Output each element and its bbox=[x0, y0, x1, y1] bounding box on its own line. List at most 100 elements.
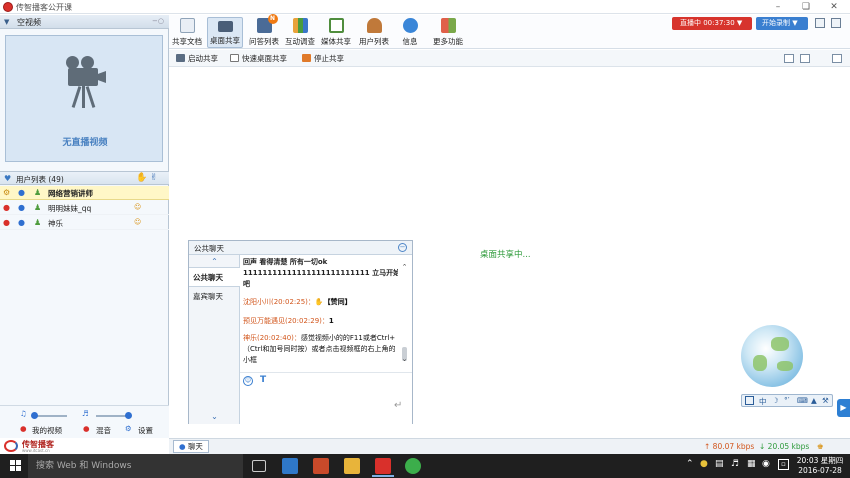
chat-permission-icon[interactable]: ● bbox=[18, 187, 25, 198]
powerpoint-icon[interactable] bbox=[313, 458, 329, 474]
fullscreen-icon[interactable] bbox=[784, 54, 794, 63]
scroll-down-icon[interactable]: ⌄ bbox=[400, 355, 409, 363]
tab-public-chat[interactable]: 公共聊天 bbox=[189, 267, 240, 287]
start-share-button[interactable]: 启动共享 bbox=[176, 53, 218, 64]
network-icon[interactable]: ▤ bbox=[715, 459, 724, 469]
chat-toggle-button[interactable]: ● 聊天 bbox=[173, 440, 209, 453]
minimize-chat-icon[interactable]: − bbox=[398, 243, 407, 252]
layout-icon[interactable] bbox=[815, 18, 825, 28]
taskbar-search[interactable]: 搜索 Web 和 Windows bbox=[28, 454, 243, 478]
mic-volume-slider[interactable] bbox=[31, 412, 67, 419]
user-icon[interactable]: ▲ bbox=[811, 396, 817, 405]
notification-icon[interactable]: ▫ bbox=[778, 459, 789, 470]
speaker-icon[interactable]: ♬ bbox=[82, 409, 89, 418]
start-record-button[interactable]: 开始录制 ▼ bbox=[756, 17, 808, 30]
tool-label: 互动调查 bbox=[285, 37, 315, 46]
windows-taskbar: 搜索 Web 和 Windows ⌃ ● ▤ ♬ ▦ ◉ ▫ 20:03 星期四… bbox=[0, 454, 850, 478]
chevron-down-icon[interactable]: ⌄ bbox=[189, 412, 240, 421]
document-icon bbox=[179, 18, 195, 33]
ime-logo-icon[interactable] bbox=[745, 396, 754, 405]
mic-disabled-icon[interactable]: ● bbox=[3, 202, 10, 213]
tray-record-icon[interactable]: ◉ bbox=[762, 459, 770, 469]
tab-guest-chat[interactable]: 嘉宾聊天 bbox=[189, 287, 240, 307]
chat-messages: 回声 看得清楚 所有一切ok 1111111111111111111111111… bbox=[242, 256, 398, 371]
sender-name[interactable]: 沈阳小川 bbox=[243, 298, 271, 306]
new-badge: N bbox=[267, 14, 278, 24]
speaker-volume-slider[interactable] bbox=[96, 412, 132, 419]
tool-more[interactable]: 更多功能 bbox=[431, 17, 465, 48]
user-icon: ♟ bbox=[34, 218, 42, 227]
tray-app-icon[interactable]: ● bbox=[700, 459, 708, 469]
volume-icon[interactable]: ♬ bbox=[731, 459, 739, 469]
user-row[interactable]: ● ● ♟ 明明妹妹_qq ☺ bbox=[0, 201, 169, 215]
pin-icon[interactable]: −○ bbox=[152, 17, 164, 25]
ime-chinese-toggle[interactable]: 中 bbox=[759, 396, 767, 407]
chat-scrollbar[interactable]: ⌃ ⌄ bbox=[400, 263, 409, 367]
send-icon[interactable]: ↵ bbox=[394, 400, 402, 411]
chat-permission-icon[interactable]: ● bbox=[18, 217, 25, 228]
thumbs-up-icon: ✋ bbox=[314, 298, 324, 306]
tool-share-document[interactable]: 共享文档 bbox=[172, 17, 202, 48]
media-controls: ♫ ♬ ● 我的视频 ● 混音 ⚙ 设置 bbox=[0, 405, 169, 439]
mix-button[interactable]: 混音 bbox=[96, 425, 111, 436]
input-method-toolbar: 中 ☽ °′ ⌨ ▲ ⚒ bbox=[741, 394, 833, 407]
chat-toggle-label: 聊天 bbox=[187, 442, 203, 451]
wrench-icon[interactable]: ⚒ bbox=[822, 396, 829, 405]
tool-user-list[interactable]: 用户列表 bbox=[357, 17, 391, 48]
window-mode-icon[interactable] bbox=[832, 54, 842, 63]
upload-speed: ↑ 80.07 kbps bbox=[704, 442, 755, 451]
stop-share-button[interactable]: 停止共享 bbox=[302, 53, 344, 64]
broadcast-app-icon[interactable] bbox=[372, 458, 394, 477]
live-status-button[interactable]: 直播中 00:37:30 ▼ bbox=[672, 17, 752, 30]
lower-hand-icon[interactable]: ✌ bbox=[150, 173, 158, 183]
settings-icon: ⚙ bbox=[125, 424, 132, 433]
moon-icon[interactable]: ☽ bbox=[772, 396, 779, 405]
task-view-icon[interactable] bbox=[252, 460, 266, 472]
scroll-up-icon[interactable]: ⌃ bbox=[400, 263, 409, 271]
quick-share-button[interactable]: 快速桌面共享 bbox=[230, 53, 287, 64]
raise-hand-icon[interactable]: ✋ bbox=[136, 173, 147, 183]
user-row[interactable]: ● ● ♟ 神乐 ☺ bbox=[0, 216, 169, 230]
ime-icon[interactable]: ▦ bbox=[747, 459, 756, 469]
tool-media-share[interactable]: 媒体共享 bbox=[319, 17, 353, 48]
side-tab-icon[interactable]: ▶ bbox=[837, 399, 850, 417]
tool-qa-list[interactable]: N 问答列表 bbox=[247, 14, 281, 48]
taskbar-clock[interactable]: 20:03 星期四 2016-07-28 bbox=[796, 456, 844, 476]
brand-url: www.itcast.cn bbox=[22, 448, 50, 453]
mic-disabled-icon[interactable]: ● bbox=[3, 217, 10, 228]
stop-share-label: 停止共享 bbox=[314, 54, 344, 63]
keyboard-icon[interactable]: ⌨ bbox=[797, 396, 808, 405]
chevron-up-icon[interactable]: ⌃ bbox=[189, 257, 240, 266]
font-button[interactable]: T bbox=[260, 375, 266, 385]
minimize-button[interactable]: – bbox=[766, 1, 790, 13]
punctuation-icon[interactable]: °′ bbox=[784, 396, 789, 405]
my-video-button[interactable]: 我的视频 bbox=[32, 425, 62, 436]
windows-start-icon[interactable] bbox=[10, 460, 21, 471]
settings-gear-icon[interactable] bbox=[831, 18, 841, 28]
fit-view-icon[interactable] bbox=[800, 54, 810, 63]
app-logo-icon bbox=[3, 2, 13, 12]
edge-browser-icon[interactable] bbox=[282, 458, 298, 474]
tray-expand-icon[interactable]: ⌃ bbox=[686, 459, 694, 469]
file-explorer-icon[interactable] bbox=[344, 458, 360, 474]
chat-permission-icon[interactable]: ● bbox=[18, 202, 25, 213]
settings-button[interactable]: 设置 bbox=[138, 425, 153, 436]
app-window: 传智播客公开课 – ❏ ✕ ▼ 空视频 −○ 无直播视频 ♥ 用户列表 (49) bbox=[0, 0, 850, 478]
chat-input[interactable]: ↵ bbox=[240, 389, 412, 424]
mic-icon[interactable]: ♫ bbox=[20, 409, 27, 418]
wechat-icon[interactable] bbox=[405, 458, 421, 474]
tool-survey[interactable]: 互动调查 bbox=[283, 17, 317, 48]
user-row[interactable]: ⚙ ● ♟ 网络营销讲师 bbox=[0, 186, 169, 200]
tool-info[interactable]: 信息 bbox=[397, 17, 423, 48]
close-button[interactable]: ✕ bbox=[822, 1, 846, 13]
sender-name[interactable]: 神乐 bbox=[243, 334, 257, 342]
maximize-button[interactable]: ❏ bbox=[794, 1, 818, 13]
survey-icon bbox=[292, 18, 308, 33]
sender-name[interactable]: 预见万能遇见 bbox=[243, 317, 285, 325]
triangle-down-icon[interactable]: ▼ bbox=[4, 18, 9, 26]
user-icon: ♟ bbox=[34, 203, 42, 212]
app-title: 传智播客公开课 bbox=[16, 3, 72, 12]
emoji-icon[interactable]: ☺ bbox=[243, 376, 253, 386]
clock-date: 2016-07-28 bbox=[798, 466, 842, 475]
tool-desktop-share[interactable]: 桌面共享 bbox=[207, 17, 243, 48]
